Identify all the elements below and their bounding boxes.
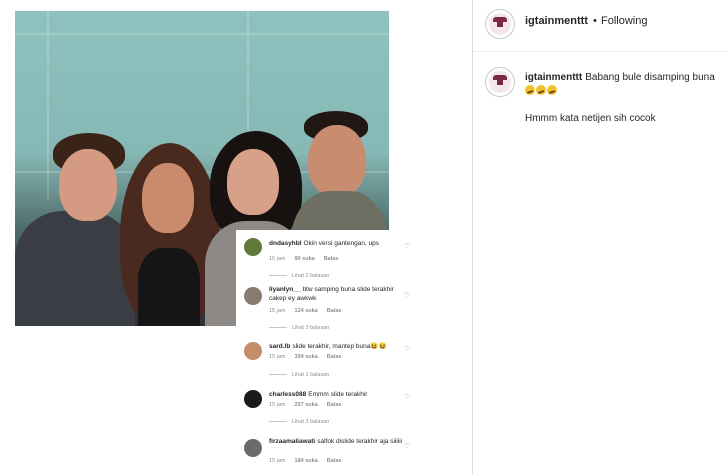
commenter-avatar <box>244 287 262 305</box>
following-button[interactable]: Following <box>601 15 647 27</box>
commenter-avatar <box>244 439 262 457</box>
comment-likes: 124 suka <box>294 308 318 314</box>
screenshot-comment: liyanlyn__ btw samping buna slide terakhi… <box>236 286 422 336</box>
post-header: igtainmenttt • Following <box>473 0 727 52</box>
screenshot-comments-card: dndasyhbl Okin versi gantengan, ups ♡ 15 … <box>236 230 422 475</box>
view-replies-link: Lihat 1 balasan <box>292 372 330 378</box>
caption-comment: Hmmm kata netijen sih cocok <box>525 113 656 124</box>
screenshot-comment: charless088 Emmm slide terakhir ♡ 15 jam 2… <box>236 388 422 433</box>
reply-link: Balas <box>326 308 342 314</box>
comment-text: Okin versi gantengan, ups <box>303 240 380 247</box>
heart-icon: ♡ <box>404 443 411 450</box>
view-replies-link: Lihat 2 balasan <box>292 273 330 279</box>
screenshot-comment: sard.lb slide terakhir, mantep buna😆😆 ♡ 1… <box>236 342 422 387</box>
comment-likes: 354 suka <box>294 354 318 360</box>
header-username[interactable]: igtainmenttt <box>525 15 588 27</box>
commenter-avatar <box>244 390 262 408</box>
view-replies-link: Lihat 3 balasan <box>292 325 330 331</box>
comment-time: 15 jam <box>269 402 286 408</box>
comment-time: 15 jam <box>269 308 286 314</box>
commenter-avatar <box>244 342 262 360</box>
commenter-username: dndasyhbl <box>269 240 302 247</box>
view-replies-link: Lihat 3 balasan <box>292 419 330 425</box>
reply-link: Balas <box>326 402 342 408</box>
heart-icon: ♡ <box>404 394 411 401</box>
comment-time: 15 jam <box>269 458 286 464</box>
commenter-username: firzaamaliawati <box>269 438 316 445</box>
caption-username[interactable]: igtainmenttt <box>525 72 582 83</box>
brand-logo-icon <box>493 17 507 27</box>
reply-link: Balas <box>326 458 342 464</box>
screenshot-comment: dndasyhbl Okin versi gantengan, ups ♡ 15 … <box>236 236 422 279</box>
reply-link: Balas <box>326 354 342 360</box>
commenter-username: charless088 <box>269 391 307 398</box>
screenshot-comment: firzaamaliawati salfok dislide terakhir a… <box>236 437 422 475</box>
caption-text: Babang bule disamping buna <box>585 72 715 83</box>
comment-time: 15 jam <box>269 354 286 360</box>
wall-panel-line <box>15 33 389 35</box>
caption-avatar[interactable] <box>485 67 515 97</box>
brand-logo-icon <box>493 75 507 85</box>
thinking-face-icon <box>536 85 546 95</box>
heart-icon: ♡ <box>404 243 411 250</box>
header-separator: • <box>593 15 597 27</box>
thinking-face-icon <box>525 85 535 95</box>
heart-icon: ♡ <box>404 346 411 353</box>
header-avatar[interactable] <box>485 9 515 39</box>
heart-icon: ♡ <box>404 292 411 299</box>
commenter-avatar <box>244 238 262 256</box>
post-caption: igtainmenttt Babang bule disamping buna <box>525 71 715 99</box>
comment-likes: 90 suka <box>294 256 315 262</box>
thinking-face-icon <box>547 85 557 95</box>
person-1 <box>15 131 135 326</box>
comment-likes: 257 suka <box>294 402 318 408</box>
reply-link: Balas <box>323 256 339 262</box>
comment-text: slide terakhir, mantep buna😆😆 <box>292 343 387 350</box>
commenter-username: sard.lb <box>269 343 291 350</box>
comment-text: salfok dislide terakhir aja siiiiii <box>317 438 403 445</box>
comment-time: 15 jam <box>269 256 286 262</box>
post-media-area: dndasyhbl Okin versi gantengan, ups ♡ 15 … <box>0 0 472 475</box>
commenter-username: liyanlyn__ <box>269 286 301 293</box>
post-side-panel: igtainmenttt • Following igtainmenttt Bab… <box>472 0 727 475</box>
comment-likes: 184 suka <box>294 458 318 464</box>
comment-text: Emmm slide terakhir <box>308 391 368 398</box>
